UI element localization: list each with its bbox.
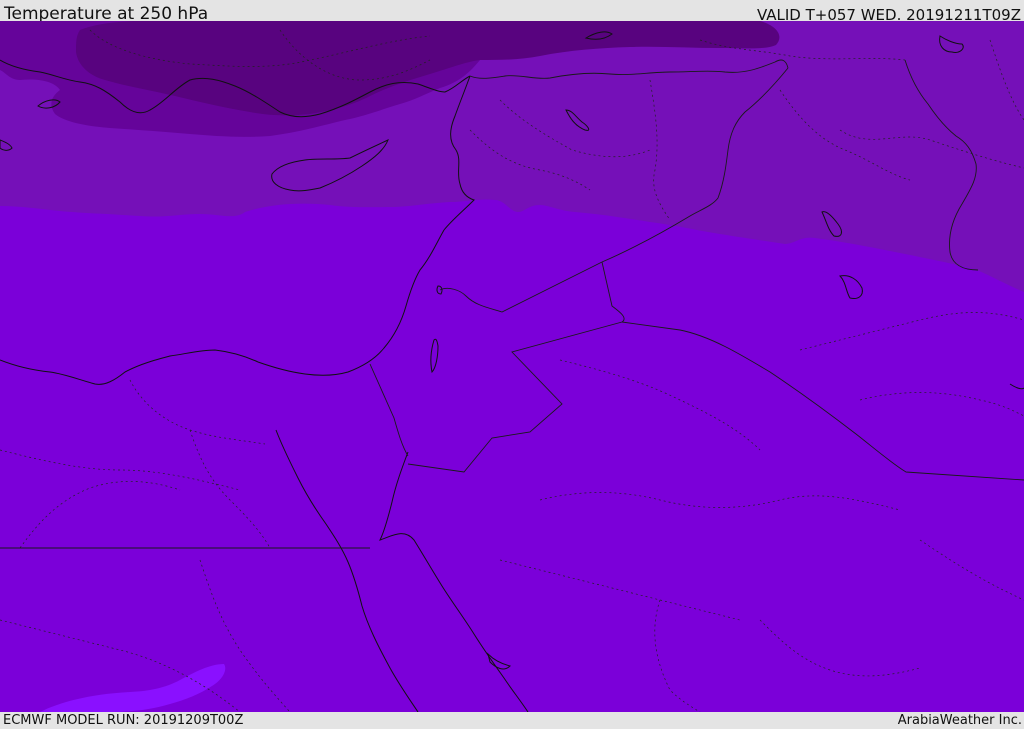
map-frame: Temperature at 250 hPa VALID T+057 WED. … — [0, 0, 1024, 729]
temperature-map-svg — [0, 21, 1024, 712]
header-bar: Temperature at 250 hPa VALID T+057 WED. … — [0, 0, 1024, 24]
model-run-label: ECMWF MODEL RUN: 20191209T00Z — [3, 713, 244, 728]
footer-bar: ECMWF MODEL RUN: 20191209T00Z ArabiaWeat… — [0, 712, 1024, 729]
credit-label: ArabiaWeather Inc. — [897, 713, 1022, 728]
weather-map — [0, 21, 1024, 712]
